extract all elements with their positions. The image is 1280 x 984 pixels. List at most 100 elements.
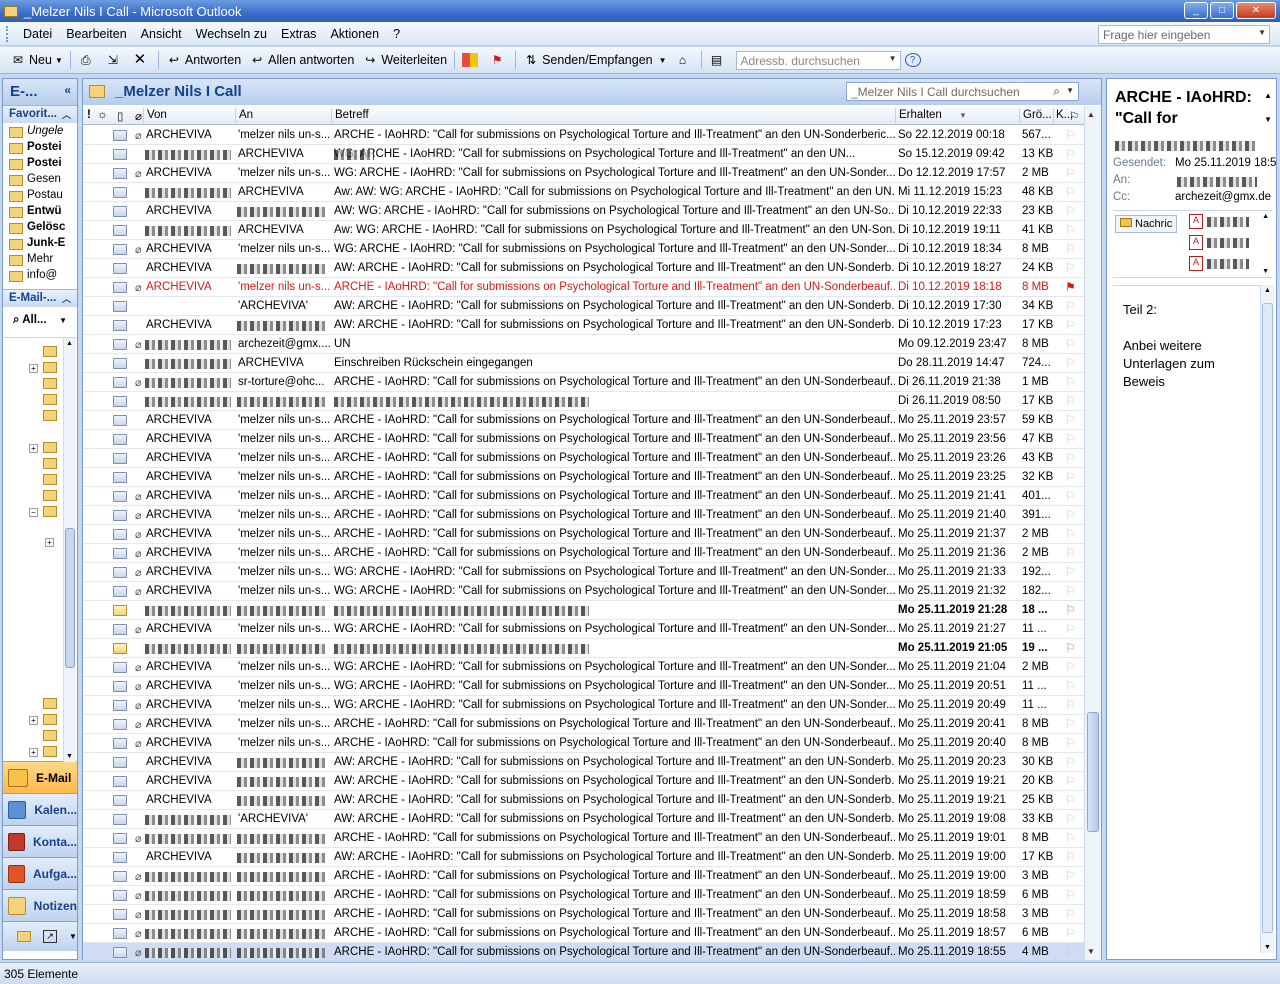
table-row[interactable]: Mo 25.11.2019 21:28 18 ... ⚐ <box>83 601 1085 620</box>
address-search-input[interactable]: Adressb. durchsuchen ▼ <box>735 50 901 70</box>
flag-icon[interactable]: ⚐ <box>1065 261 1079 275</box>
table-row[interactable]: ⌀ ARCHEVIVA 'melzer nils un-s... ARCHE - IA… <box>83 126 1085 145</box>
column-header-subject[interactable]: Betreff <box>335 109 369 121</box>
find-contact-button[interactable]: ⌂ <box>671 49 698 71</box>
flag-icon[interactable]: ⚐ <box>1065 394 1079 408</box>
expand-icon[interactable]: + <box>29 716 38 725</box>
reply-button[interactable]: ↩ Antworten <box>162 49 245 71</box>
all-mail-items-dropdown[interactable]: ⌕ All... ▼ <box>7 311 73 333</box>
flag-icon[interactable]: ⚐ <box>1065 679 1079 693</box>
flag-column-icon[interactable]: ⚐ <box>1069 109 1079 123</box>
table-row[interactable]: ARCHEVIVA AW: ARCHE - IAoHRD: "Call for s… <box>83 753 1085 772</box>
table-row[interactable]: ⌀ ARCHE - IAoHRD: "Call for submissions o… <box>83 867 1085 886</box>
column-header-from[interactable]: Von <box>147 109 167 121</box>
table-row[interactable]: ARCHEVIVA AW: ARCHE - IAoHRD: "Call for s… <box>83 848 1085 867</box>
table-row[interactable]: ⌀ ARCHEVIVA 'melzer nils un-s... WG: ARCHE … <box>83 240 1085 259</box>
categorize-button[interactable] <box>458 49 485 71</box>
table-row[interactable]: ARCHEVIVA AW: ARCHE - IAoHRD: "Call for s… <box>83 316 1085 335</box>
flag-icon[interactable]: ⚐ <box>1065 850 1079 864</box>
favorite-folder[interactable]: Entwü <box>3 205 77 221</box>
flag-icon[interactable]: ⚐ <box>1065 907 1079 921</box>
scroll-up-icon[interactable]: ▲ <box>1264 91 1272 100</box>
folder-icon[interactable] <box>43 410 57 421</box>
favorite-folder[interactable]: Postei <box>3 141 77 157</box>
message-tab[interactable]: Nachric <box>1115 215 1177 233</box>
flag-icon[interactable]: ⚐ <box>1065 375 1079 389</box>
chevron-down-icon[interactable]: ▼ <box>1066 86 1074 95</box>
delete-button[interactable]: ✕ <box>128 49 155 71</box>
flag-icon[interactable]: ⚐ <box>1065 793 1079 807</box>
move-button[interactable]: ⇲ <box>101 49 128 71</box>
table-row[interactable]: ARCHEVIVA WG: ARCHE - IAoHRD: "Call for s… <box>83 145 1085 164</box>
message-list-scrollbar[interactable]: ▲ ▼ <box>1084 106 1101 960</box>
table-row[interactable]: ⌀ ARCHEVIVA 'melzer nils un-s... WG: ARCHE … <box>83 582 1085 601</box>
nav-button-calendar[interactable]: Kalen... <box>3 793 77 825</box>
folder-tree-scrollbar[interactable]: ▲ ▼ <box>63 338 76 762</box>
folder-icon[interactable] <box>43 442 57 453</box>
table-row[interactable]: ARCHEVIVA AW: ARCHE - IAoHRD: "Call for s… <box>83 259 1085 278</box>
scrollbar-thumb[interactable] <box>65 528 75 668</box>
flag-icon[interactable]: ⚐ <box>1065 356 1079 370</box>
flag-icon[interactable]: ⚐ <box>1065 337 1079 351</box>
table-row[interactable]: ARCHEVIVA Einschreiben Rückschein eingega… <box>83 354 1085 373</box>
menu-extras[interactable]: Extras <box>274 27 323 41</box>
favorite-folder[interactable]: Postei <box>3 157 77 173</box>
menu-aktionen[interactable]: Aktionen <box>323 27 386 41</box>
importance-column-icon[interactable]: ! <box>87 109 91 121</box>
expand-icon[interactable]: + <box>45 538 54 547</box>
table-row[interactable]: ⌀ ARCHE - IAoHRD: "Call for submissions o… <box>83 905 1085 924</box>
nav-button-notes[interactable]: Notizen <box>3 889 77 921</box>
folder-icon[interactable] <box>43 698 57 709</box>
help-button[interactable]: ? <box>901 49 928 71</box>
table-row[interactable]: ⌀ ARCHEVIVA 'melzer nils un-s... ARCHE - IA… <box>83 278 1085 297</box>
scroll-down-icon[interactable]: ▼ <box>1262 268 1269 275</box>
chevron-down-icon[interactable]: ▼ <box>59 316 67 325</box>
flag-icon[interactable]: ⚐ <box>1065 774 1079 788</box>
menu-ansicht[interactable]: Ansicht <box>134 27 189 41</box>
flag-icon[interactable]: ⚐ <box>1065 318 1079 332</box>
table-row[interactable]: ⌀ ARCHE - IAoHRD: "Call for submissions o… <box>83 886 1085 905</box>
scrollbar-thumb[interactable] <box>1087 712 1099 832</box>
favorites-section-header[interactable]: Favorit... ︿ <box>3 105 77 123</box>
close-button[interactable]: ✕ <box>1236 2 1276 19</box>
flag-icon[interactable]: ⚐ <box>1065 185 1079 199</box>
table-row[interactable]: ARCHEVIVA AW: WG: ARCHE - IAoHRD: "Call f… <box>83 202 1085 221</box>
table-row[interactable]: ⌀ ARCHEVIVA 'melzer nils un-s... ARCHE - IA… <box>83 715 1085 734</box>
flag-icon[interactable]: ⚐ <box>1065 698 1079 712</box>
folder-icon[interactable] <box>43 458 57 469</box>
favorite-folder[interactable]: Mehr <box>3 253 77 269</box>
flag-icon[interactable]: ⚐ <box>1065 489 1079 503</box>
scroll-up-icon[interactable]: ▲ <box>1264 287 1271 294</box>
address-book-button[interactable]: ▤ <box>705 49 732 71</box>
folder-icon[interactable] <box>43 474 57 485</box>
mail-folders-section-header[interactable]: E-Mail-... ︿ <box>3 289 77 307</box>
chevron-down-icon[interactable]: ▼ <box>889 54 897 63</box>
folder-search-input[interactable]: _Melzer Nils I Call durchsuchen ⌕ ▼ <box>846 82 1079 101</box>
reading-pane-scrollbar[interactable]: ▲ ▼ <box>1260 285 1274 953</box>
expand-icon[interactable]: + <box>29 444 38 453</box>
expand-icon[interactable]: + <box>29 364 38 373</box>
new-button[interactable]: ✉ Neu ▼ <box>6 49 67 71</box>
reminder-column-icon[interactable]: ☼ <box>97 109 108 121</box>
flag-icon[interactable]: ⚐ <box>1065 223 1079 237</box>
table-row[interactable]: ARCHEVIVA AW: ARCHE - IAoHRD: "Call for s… <box>83 772 1085 791</box>
attachment-column-icon[interactable]: ⌀ <box>135 109 142 123</box>
favorite-folder[interactable]: Gelösc <box>3 221 77 237</box>
table-row[interactable]: ⌀ archezeit@gmx.... UN Mo 09.12.2019 23:47 8… <box>83 335 1085 354</box>
scrollbar-thumb[interactable] <box>1262 303 1273 933</box>
flag-icon[interactable]: ⚐ <box>1065 603 1079 617</box>
flag-icon[interactable]: ⚐ <box>1065 470 1079 484</box>
send-receive-button[interactable]: ⇅ Senden/Empfangen ▼ <box>519 49 670 71</box>
menu-bearbeiten[interactable]: Bearbeiten <box>59 27 133 41</box>
table-row[interactable]: ARCHEVIVA 'melzer nils un-s... ARCHE - IAo… <box>83 430 1085 449</box>
folder-icon[interactable] <box>43 506 57 517</box>
table-row[interactable]: ⌀ ARCHEVIVA 'melzer nils un-s... ARCHE - IA… <box>83 734 1085 753</box>
folder-icon[interactable] <box>43 730 57 741</box>
scroll-down-icon[interactable]: ▼ <box>1087 947 1095 956</box>
column-header-size[interactable]: Grö... <box>1023 109 1052 121</box>
flag-icon[interactable]: ⚐ <box>1065 831 1079 845</box>
flag-icon[interactable]: ⚐ <box>1065 508 1079 522</box>
chevron-down-icon[interactable]: ▼ <box>55 56 63 65</box>
table-row[interactable]: ARCHEVIVA Aw: AW: WG: ARCHE - IAoHRD: "Ca… <box>83 183 1085 202</box>
flag-icon[interactable]: ⚐ <box>1065 736 1079 750</box>
